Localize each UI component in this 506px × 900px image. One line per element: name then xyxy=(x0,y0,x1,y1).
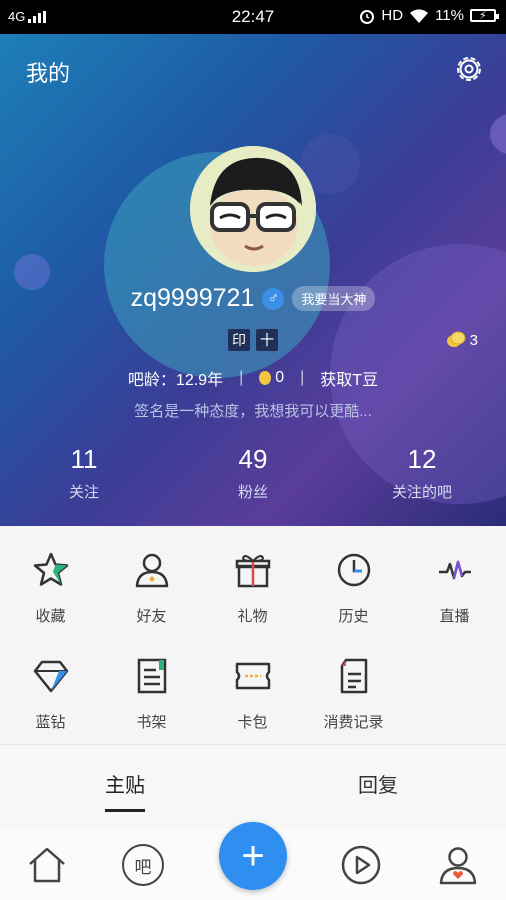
divider: | xyxy=(239,369,244,386)
stat-label: 粉丝 xyxy=(237,484,268,501)
avatar-image xyxy=(190,146,316,272)
t-beans: 0 xyxy=(259,369,284,387)
alarm-icon xyxy=(360,9,375,24)
coin-count-value: 3 xyxy=(469,331,478,349)
grid-item-favorites[interactable]: 收藏 xyxy=(0,550,101,626)
coin-icon xyxy=(446,331,466,347)
grid-item-label: 卡包 xyxy=(237,714,268,731)
decor-bubble xyxy=(490,114,506,154)
settings-gear-icon[interactable] xyxy=(454,54,484,84)
grid-item-label: 直播 xyxy=(439,608,470,625)
stat-following[interactable]: 11 关注 xyxy=(0,444,168,502)
grid-item-purchase-history[interactable]: 消费记录 xyxy=(303,656,404,732)
friend-icon xyxy=(135,553,168,588)
bean-icon xyxy=(259,370,272,385)
name-row: zq9999721 ♂ 我要当大神 xyxy=(0,284,506,313)
wifi-icon xyxy=(410,8,429,23)
battery-icon: ⚡ xyxy=(470,9,499,22)
create-post-button[interactable]: + xyxy=(219,822,287,890)
grid-item-label: 书架 xyxy=(136,714,167,731)
live-icon xyxy=(438,560,471,580)
bottom-nav: 吧 + xyxy=(0,822,506,900)
card-icon xyxy=(235,662,270,690)
coin-count[interactable]: 3 xyxy=(446,331,478,349)
home-icon[interactable] xyxy=(26,844,68,886)
battery-percent: 11% xyxy=(435,7,464,24)
meta-row: 吧龄：12.9年 | 0 | 获取T豆 xyxy=(0,366,506,390)
status-icons: HD 11% ⚡ xyxy=(359,7,499,24)
get-beans-link[interactable]: 获取T豆 xyxy=(320,366,378,390)
t-beans-value: 0 xyxy=(275,369,285,386)
title-badge[interactable]: 我要当大神 xyxy=(292,286,376,311)
diamond-icon xyxy=(33,660,68,693)
status-bar: 4G 22:47 HD 11% ⚡ xyxy=(0,0,506,34)
stamp-badge[interactable]: 十 xyxy=(256,329,278,351)
post-tabs: 主贴 回复 xyxy=(0,744,506,830)
stat-label: 关注 xyxy=(68,484,99,501)
profile-header: 我的 zq9999721 ♂ 我要当大神 印 十 3 吧龄：12.9年 | 0 … xyxy=(0,34,506,526)
grid-item-gifts[interactable]: 礼物 xyxy=(202,550,303,626)
function-grid: 收藏 好友 礼物 历史 直播 蓝钻 书架 卡包 消费记录 xyxy=(0,526,506,744)
grid-item-bookshelf[interactable]: 书架 xyxy=(101,656,202,732)
stat-followed-bars[interactable]: 12 关注的吧 xyxy=(338,444,506,502)
page-title: 我的 xyxy=(26,61,71,86)
grid-item-label: 收藏 xyxy=(35,608,66,625)
grid-item-friends[interactable]: 好友 xyxy=(101,550,202,626)
bookshelf-icon xyxy=(137,658,166,694)
stat-value: 11 xyxy=(70,444,98,474)
clock-icon xyxy=(337,553,370,587)
divider: | xyxy=(300,369,305,386)
grid-item-label: 蓝钻 xyxy=(35,714,66,731)
stamp-badge[interactable]: 印 xyxy=(228,329,250,351)
grid-item-live[interactable]: 直播 xyxy=(404,550,505,626)
stat-value: 12 xyxy=(407,444,437,474)
grid-item-label: 消费记录 xyxy=(323,714,384,731)
profile-icon[interactable] xyxy=(437,844,479,886)
stat-label: 关注的吧 xyxy=(391,484,452,501)
stats-row: 11 关注 49 粉丝 12 关注的吧 xyxy=(0,444,506,502)
grid-item-card-wallet[interactable]: 卡包 xyxy=(202,656,303,732)
gift-icon xyxy=(235,555,270,588)
bar-age: 吧龄：12.9年 xyxy=(127,372,224,389)
grid-item-history[interactable]: 历史 xyxy=(303,550,404,626)
signature[interactable]: 签名是一种态度，我想我可以更酷... xyxy=(0,400,506,421)
gender-male-icon: ♂ xyxy=(262,287,285,310)
avatar[interactable] xyxy=(190,146,316,272)
tab-replies[interactable]: 回复 xyxy=(358,769,398,798)
grid-item-label: 历史 xyxy=(338,608,369,625)
stat-fans[interactable]: 49 粉丝 xyxy=(168,444,338,502)
bar-icon[interactable]: 吧 xyxy=(122,844,164,886)
record-icon xyxy=(340,658,367,694)
stamp-row: 印 十 xyxy=(0,329,506,351)
grid-item-label: 好友 xyxy=(136,608,167,625)
tab-main-posts[interactable]: 主贴 xyxy=(105,769,145,812)
grid-item-blue-diamond[interactable]: 蓝钻 xyxy=(0,656,101,732)
star-icon xyxy=(33,552,68,586)
grid-item-label: 礼物 xyxy=(237,608,268,625)
stat-value: 49 xyxy=(238,444,268,474)
username[interactable]: zq9999721 xyxy=(131,284,255,313)
hd-label: HD xyxy=(381,7,404,24)
play-icon[interactable] xyxy=(340,844,382,886)
